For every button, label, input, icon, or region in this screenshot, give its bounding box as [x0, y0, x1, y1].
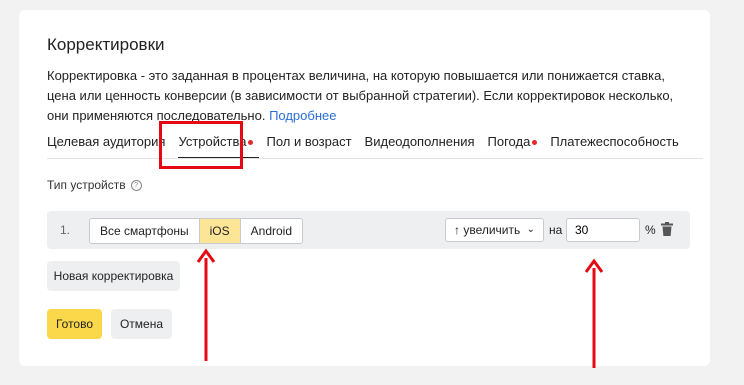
more-link[interactable]: Подробнее [269, 108, 336, 123]
direction-select[interactable]: ↑ увеличить ⌄ [445, 218, 544, 242]
tab-indicator-dot [532, 140, 538, 146]
tab-weather[interactable]: Погода [488, 134, 538, 149]
adjustment-tabs: Целевая аудитория Устройства Пол и возра… [47, 134, 692, 159]
tab-label: Пол и возраст [266, 134, 352, 149]
segment-ios[interactable]: iOS [199, 219, 241, 243]
adjustments-panel: Корректировки Корректировка - это заданн… [19, 10, 710, 366]
description-text: Корректировка - это заданная в процентах… [47, 68, 674, 123]
on-label: на [549, 223, 563, 237]
tab-label: Платежеспособность [550, 134, 679, 149]
cancel-button[interactable]: Отмена [111, 309, 172, 339]
annotation-arrow-up-icon [196, 248, 216, 361]
tab-video-extensions[interactable]: Видеодополнения [365, 134, 475, 149]
tab-label: Погода [487, 134, 531, 149]
trash-icon[interactable] [661, 222, 673, 236]
tab-label: Целевая аудитория [47, 134, 166, 149]
tab-label: Видеодополнения [364, 134, 475, 149]
tabs-divider [47, 158, 703, 159]
row-number: 1. [60, 223, 71, 237]
tab-target-audience[interactable]: Целевая аудитория [47, 134, 165, 149]
device-type-text: Тип устройств [47, 178, 126, 192]
annotation-arrow-up-icon [584, 258, 604, 368]
tab-gender-age[interactable]: Пол и возраст [266, 134, 351, 149]
ready-button[interactable]: Готово [47, 309, 102, 339]
new-adjustment-button[interactable]: Новая корректировка [47, 261, 180, 291]
panel-title: Корректировки [47, 35, 165, 54]
segment-all-smartphones[interactable]: Все смартфоны [90, 219, 200, 243]
annotation-highlight-box [159, 121, 243, 169]
device-segment-control: Все смартфоны iOS Android [89, 218, 304, 244]
tab-solvency[interactable]: Платежеспособность [550, 134, 678, 149]
panel-description: Корректировка - это заданная в процентах… [47, 66, 687, 126]
adjustment-row: 1. Все смартфоны iOS Android ↑ увеличить… [47, 211, 690, 249]
direction-label: ↑ увеличить [454, 223, 521, 237]
segment-android[interactable]: Android [241, 219, 302, 243]
device-type-label: Тип устройств ? [47, 178, 142, 192]
percent-value-input[interactable] [566, 218, 640, 242]
chevron-down-icon: ⌄ [526, 224, 535, 235]
question-circle-icon[interactable]: ? [130, 179, 142, 191]
tab-indicator-dot [248, 140, 254, 146]
percent-sign: % [645, 223, 656, 237]
